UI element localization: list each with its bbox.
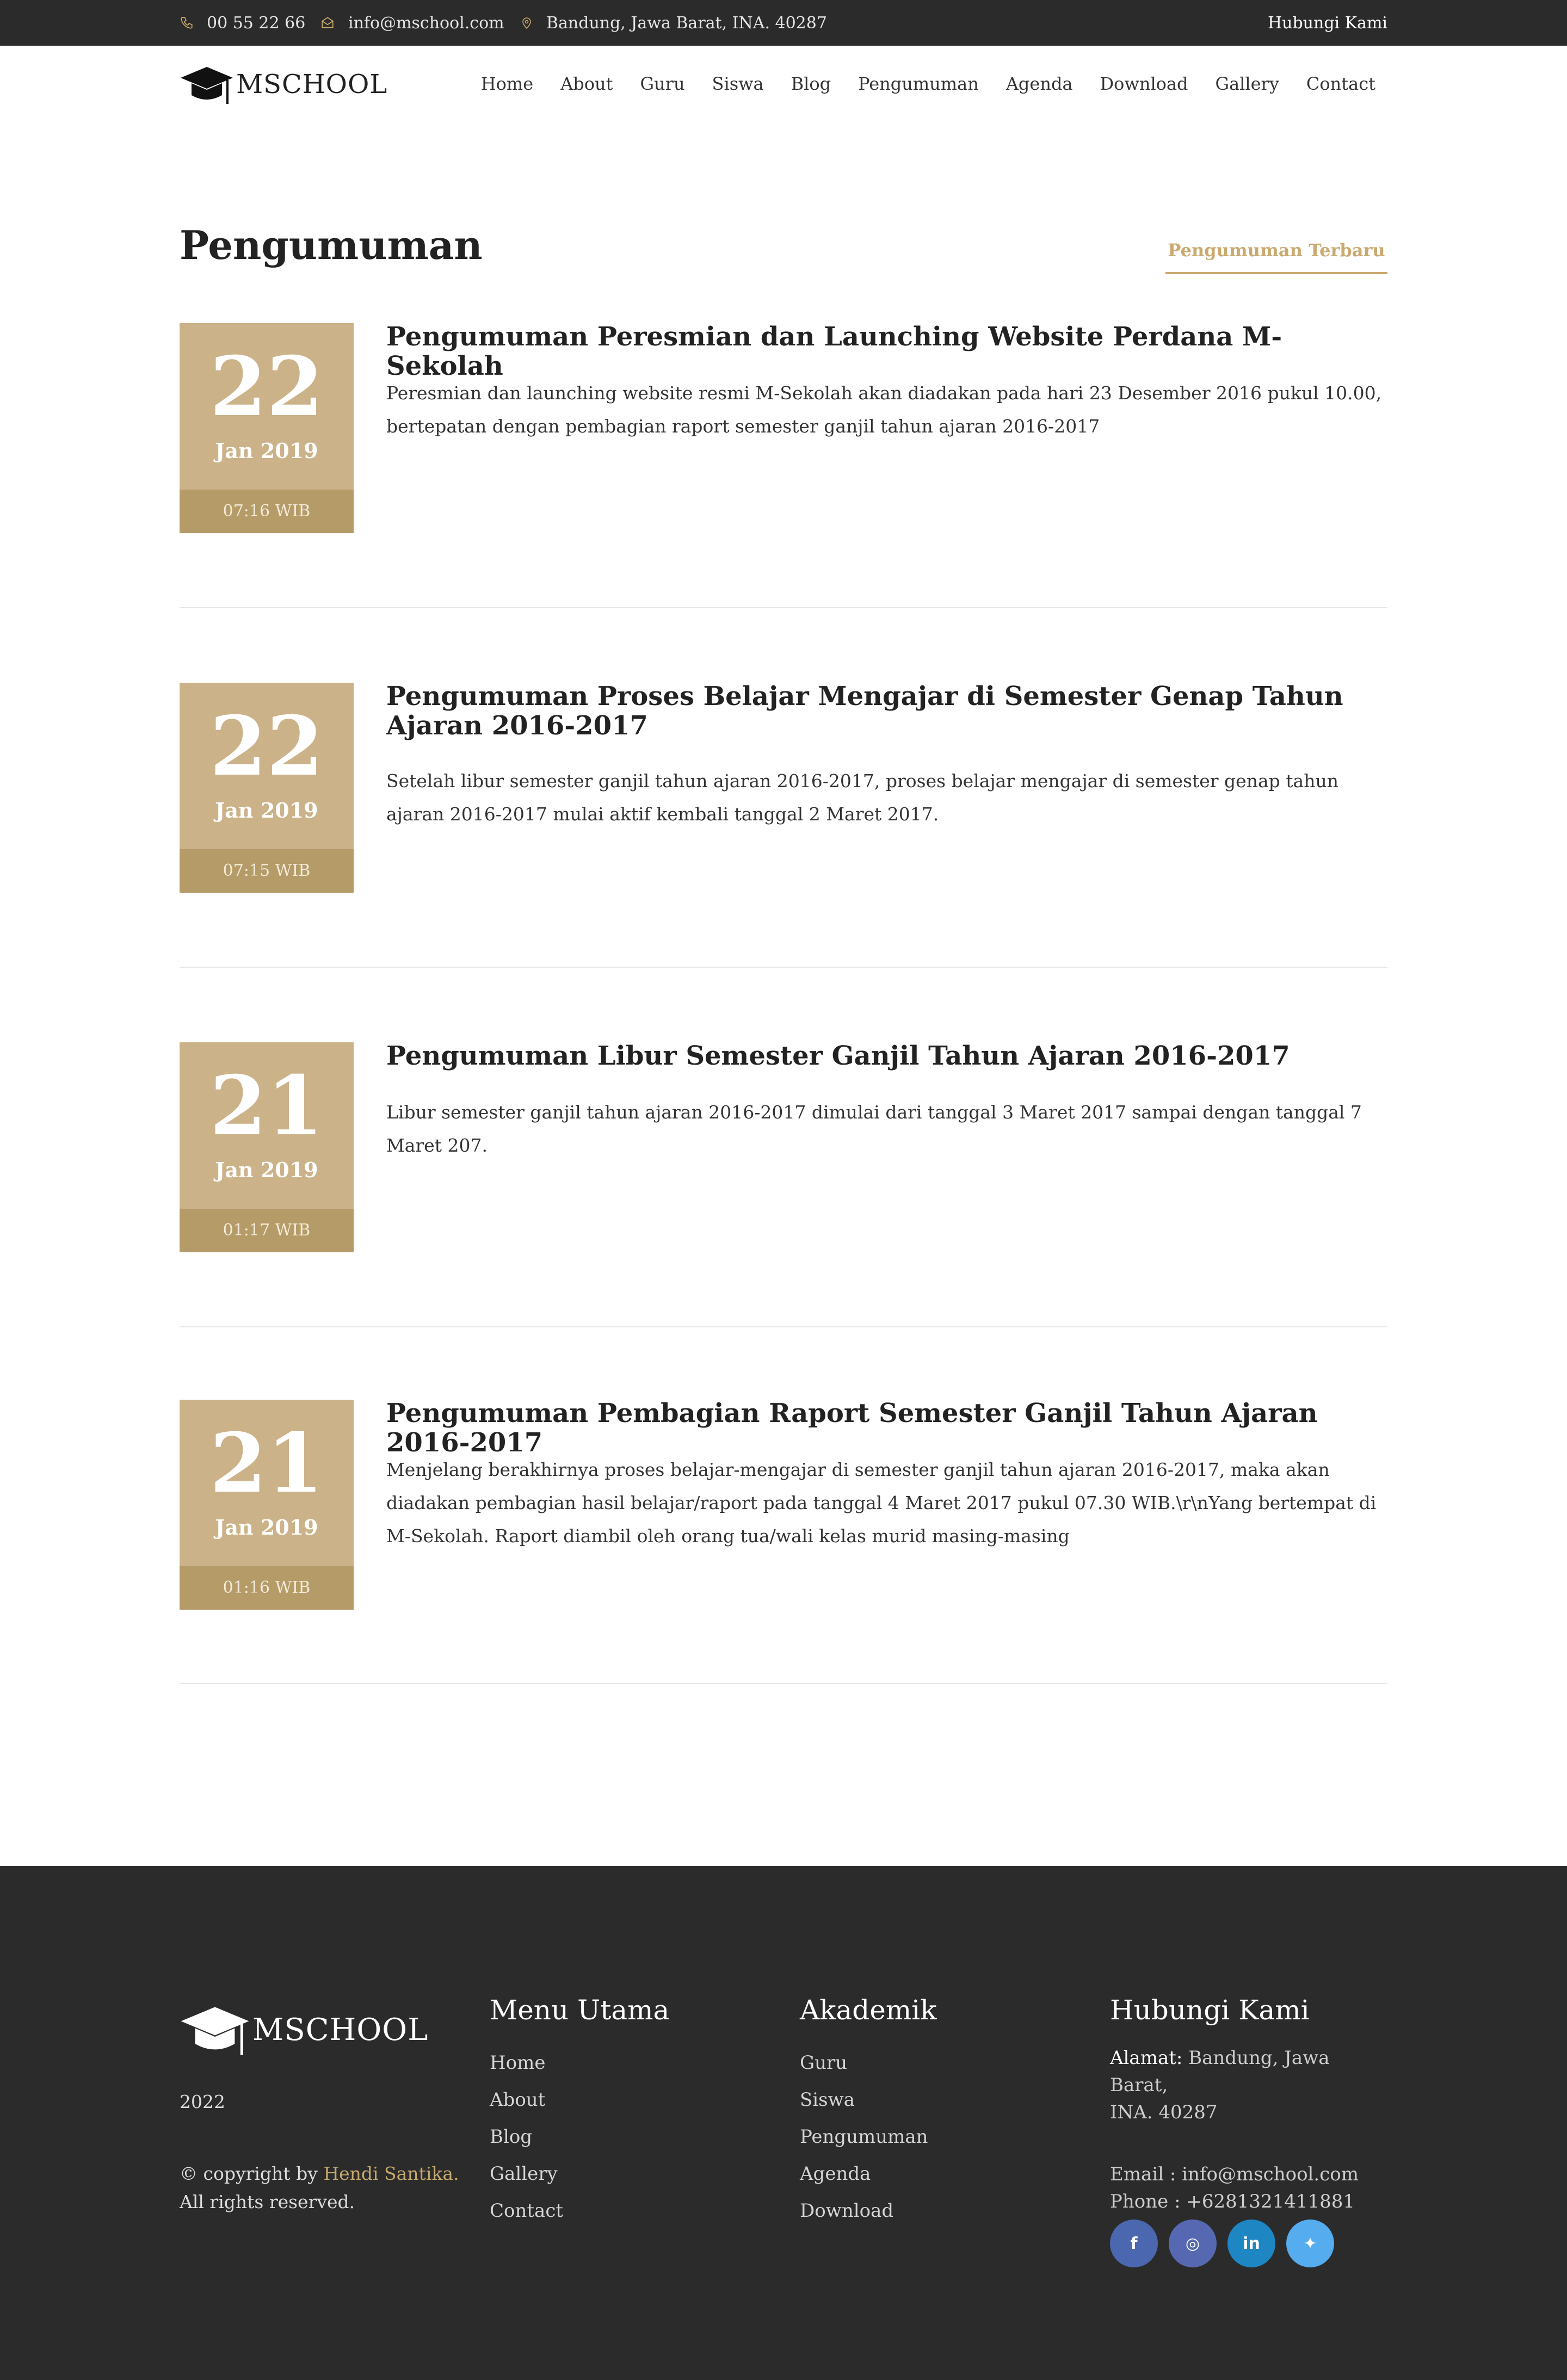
brand-logo[interactable]: MSCHOOL (180, 60, 387, 109)
footer-akademik: Akademik Guru Siswa Pengumuman Agenda Do… (800, 1994, 937, 2229)
footer-link-gallery[interactable]: Gallery (490, 2155, 669, 2192)
phone-icon (181, 17, 193, 29)
date-badge: 21 Jan 2019 01:17 WIB (180, 1042, 354, 1252)
map-pin-icon (522, 17, 531, 29)
footer-phone[interactable]: Phone : +6281321411881 (1110, 2188, 1393, 2215)
announcement-body: Libur semester ganjil tahun ajaran 2016-… (386, 1102, 1362, 1156)
date-day: 22 (209, 698, 324, 794)
date-day: 21 (209, 1415, 324, 1511)
date-badge: 22 Jan 2019 07:16 WIB (180, 323, 354, 533)
instagram-icon[interactable]: ◎ (1169, 2220, 1217, 2267)
topbar-email-text: info@mschool.com (348, 13, 504, 33)
date-month: Jan 2019 (215, 1515, 318, 1540)
announcement-title[interactable]: Pengumuman Proses Belajar Mengajar di Se… (386, 682, 1387, 740)
date-day: 22 (209, 339, 324, 435)
announcement-title[interactable]: Pengumuman Pembagian Raport Semester Gan… (386, 1399, 1387, 1457)
brand-name: MSCHOOL (236, 69, 388, 100)
footer-link-contact[interactable]: Contact (490, 2192, 669, 2229)
footer-link-download[interactable]: Download (800, 2192, 937, 2229)
topbar-phone[interactable]: 00 55 22 66 (180, 0, 305, 46)
envelope-icon (322, 17, 334, 28)
linkedin-icon[interactable]: in (1227, 2220, 1275, 2267)
announcement-body: Peresmian dan launching website resmi M-… (386, 382, 1382, 437)
footer-link-guru[interactable]: Guru (800, 2044, 937, 2081)
nav-gallery[interactable]: Gallery (1216, 73, 1279, 94)
footer-copyright: © copyright by Hendi Santika. All rights… (180, 2160, 459, 2216)
topbar: 00 55 22 66 info@mschool.com Bandung, Ja… (0, 0, 1567, 46)
date-time: 07:16 WIB (180, 490, 354, 533)
topbar-contact-link[interactable]: Hubungi Kami (1268, 0, 1387, 46)
graduation-cap-icon (181, 2007, 249, 2055)
date-time: 01:16 WIB (180, 1566, 354, 1610)
topbar-email[interactable]: info@mschool.com (320, 0, 504, 46)
divider (180, 1326, 1387, 1327)
nav-home[interactable]: Home (481, 73, 533, 94)
announcement-body: Menjelang berakhirnya proses belajar-men… (386, 1459, 1377, 1547)
announcement-body: Setelah libur semester ganjil tahun ajar… (386, 770, 1338, 825)
footer: MSCHOOL 2022 © copyright by Hendi Santik… (0, 1866, 1567, 2380)
divider (180, 1683, 1387, 1684)
page-title: Pengumuman (180, 222, 483, 268)
footer-link-siswa[interactable]: Siswa (800, 2081, 937, 2118)
topbar-phone-text: 00 55 22 66 (207, 13, 306, 33)
footer-link-about[interactable]: About (490, 2081, 669, 2118)
footer-brand-name: MSCHOOL (252, 2012, 429, 2048)
footer-contact-title: Hubungi Kami (1110, 1994, 1310, 2026)
date-badge: 22 Jan 2019 07:15 WIB (180, 683, 354, 893)
footer-akademik-title: Akademik (800, 1994, 937, 2026)
divider (180, 607, 1387, 608)
announcement-title[interactable]: Pengumuman Libur Semester Ganjil Tahun A… (386, 1041, 1387, 1071)
nav-contact[interactable]: Contact (1306, 73, 1375, 94)
date-time: 01:17 WIB (180, 1209, 354, 1252)
footer-link-agenda[interactable]: Agenda (800, 2155, 937, 2192)
nav-guru[interactable]: Guru (640, 73, 684, 94)
footer-contact: Hubungi Kami Alamat: Bandung, Jawa Barat… (1110, 1994, 1393, 2215)
copyright-author-link[interactable]: Hendi Santika. (323, 2163, 459, 2184)
graduation-cap-icon (181, 67, 233, 104)
address-label: Alamat: (1110, 2047, 1183, 2069)
announcement-title[interactable]: Pengumuman Peresmian dan Launching Websi… (386, 322, 1387, 381)
footer-link-home[interactable]: Home (490, 2044, 669, 2081)
footer-link-pengumuman[interactable]: Pengumuman (800, 2118, 937, 2155)
date-badge: 21 Jan 2019 01:16 WIB (180, 1400, 354, 1610)
facebook-icon[interactable]: f (1110, 2220, 1158, 2267)
footer-menu-title: Menu Utama (490, 1994, 670, 2026)
main-nav: Home About Guru Siswa Blog Pengumuman Ag… (454, 46, 1375, 122)
address-line2: INA. 40287 (1110, 2101, 1218, 2123)
date-month: Jan 2019 (215, 438, 318, 463)
footer-link-blog[interactable]: Blog (490, 2118, 669, 2155)
copyright-prefix: © copyright by (180, 2163, 324, 2184)
nav-agenda[interactable]: Agenda (1006, 73, 1073, 94)
footer-logo[interactable]: MSCHOOL (180, 2000, 428, 2060)
footer-email[interactable]: Email : info@mschool.com (1110, 2161, 1393, 2188)
nav-siswa[interactable]: Siswa (712, 73, 764, 94)
date-day: 21 (209, 1058, 324, 1154)
footer-year: 2022 (180, 2091, 225, 2112)
date-month: Jan 2019 (215, 1158, 318, 1182)
date-time: 07:15 WIB (180, 849, 354, 893)
date-month: Jan 2019 (215, 798, 318, 823)
tab-pengumuman-terbaru[interactable]: Pengumuman Terbaru (1165, 226, 1387, 274)
nav-pengumuman[interactable]: Pengumuman (858, 73, 979, 94)
social-links: f ◎ in ✦ (1110, 2220, 1345, 2267)
nav-about[interactable]: About (560, 73, 613, 94)
navbar: MSCHOOL Home About Guru Siswa Blog Pengu… (0, 46, 1567, 122)
nav-blog[interactable]: Blog (791, 73, 831, 94)
nav-download[interactable]: Download (1100, 73, 1188, 94)
footer-menu-utama: Menu Utama Home About Blog Gallery Conta… (490, 1994, 669, 2229)
twitter-icon[interactable]: ✦ (1286, 2220, 1334, 2267)
footer-address: Alamat: Bandung, Jawa Barat, (1110, 2044, 1393, 2099)
divider (180, 967, 1387, 968)
topbar-address: Bandung, Jawa Barat, INA. 40287 (520, 0, 827, 46)
topbar-address-text: Bandung, Jawa Barat, INA. 40287 (546, 13, 827, 33)
copyright-rights: All rights reserved. (180, 2191, 355, 2212)
